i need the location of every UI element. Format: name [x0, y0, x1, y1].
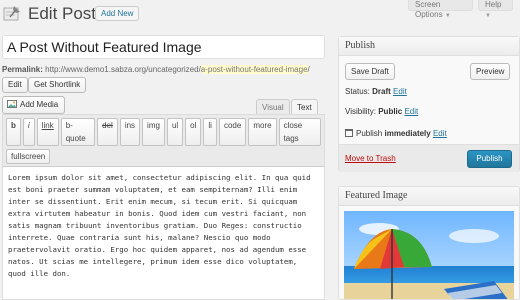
add-media-label: Add Media [20, 100, 59, 109]
quicktag-close-tags-button[interactable]: close tags [278, 118, 321, 146]
help-label: Help [485, 0, 502, 9]
post-editor: b i link b-quote del ins img ul ol li code more clos… [2, 114, 325, 300]
calendar-icon [345, 129, 353, 137]
edit-status-link[interactable]: Edit [393, 87, 407, 96]
permalink-base: http://www.demo1.sabza.org/uncategorized… [45, 65, 201, 74]
publish-box-title: Publish [339, 37, 519, 56]
status-value: Draft [372, 87, 391, 96]
quicktags-row: b i link b-quote del ins img ul ol li code more clos… [6, 118, 321, 146]
tab-text[interactable]: Text [291, 99, 318, 115]
quicktag-link-button[interactable]: link [36, 118, 59, 146]
edit-schedule-link[interactable]: Edit [433, 129, 447, 138]
permalink-slug[interactable]: a-post-without-featured-image [200, 65, 308, 74]
featured-image-thumbnail[interactable] [344, 211, 514, 299]
publish-box: Publish Save Draft Preview Status: Draft… [338, 36, 520, 172]
screen-options-tab[interactable]: Screen Options ▼ [408, 0, 473, 19]
tab-visual[interactable]: Visual [256, 99, 290, 115]
quicktag-code-button[interactable]: code [218, 118, 247, 146]
quicktag-i-button[interactable]: i [22, 118, 35, 146]
post-content-textarea[interactable]: Lorem ipsum dolor sit amet, consectetur … [3, 167, 324, 280]
caret-down-icon: ▼ [485, 13, 491, 19]
quicktag-li-button[interactable]: li [203, 118, 217, 146]
quicktag-del-button[interactable]: del [97, 118, 118, 146]
caret-down-icon: ▼ [444, 13, 451, 19]
beach-umbrella-image [344, 211, 514, 299]
permalink-label: Permalink: [2, 65, 43, 74]
permalink-row: Permalink: http://www.demo1.sabza.org/un… [2, 65, 310, 74]
quicktag-img-button[interactable]: img [142, 118, 165, 146]
edit-permalink-button[interactable]: Edit [2, 77, 28, 93]
quicktags-toolbar: b i link b-quote del ins img ul ol li code more clos… [3, 115, 324, 167]
publish-button[interactable]: Publish [467, 150, 512, 168]
screen-options-label: Screen Options [415, 0, 443, 19]
get-shortlink-button[interactable]: Get Shortlink [28, 77, 87, 93]
featured-image-title: Featured Image [339, 187, 519, 206]
post-title-input[interactable]: A Post Without Featured Image [2, 35, 325, 59]
save-draft-button[interactable]: Save Draft [345, 63, 395, 80]
edit-visibility-link[interactable]: Edit [404, 107, 418, 116]
quicktag-fullscreen-button[interactable]: fullscreen [6, 149, 51, 164]
visibility-label: Visibility: [345, 107, 376, 116]
quicktag-ol-button[interactable]: ol [185, 118, 202, 146]
status-row: Status: Draft Edit [345, 87, 407, 96]
publish-text: Publish [356, 129, 383, 138]
visibility-row: Visibility: Public Edit [345, 107, 418, 116]
publish-actions: Move to Trash Publish [339, 144, 519, 172]
page-title: Edit Post [28, 4, 97, 23]
publish-when: immediately [384, 129, 431, 138]
status-label: Status: [345, 87, 370, 96]
visibility-value: Public [378, 107, 403, 116]
add-media-icon [7, 98, 17, 108]
featured-image-box: Featured Image [338, 186, 520, 300]
permalink-suffix: / [307, 65, 310, 74]
publish-schedule-row: Publish immediately Edit [345, 128, 447, 138]
move-to-trash-link[interactable]: Move to Trash [345, 154, 396, 163]
add-new-button[interactable]: Add New [95, 6, 140, 21]
preview-button[interactable]: Preview [470, 63, 511, 80]
quicktag-ins-button[interactable]: ins [119, 118, 141, 146]
help-tab[interactable]: Help ▼ [478, 0, 513, 19]
add-media-button[interactable]: Add Media [2, 96, 66, 114]
quicktag-ul-button[interactable]: ul [166, 118, 184, 146]
quicktag-b-button[interactable]: b [6, 118, 21, 146]
quicktag-b-quote-button[interactable]: b-quote [60, 118, 96, 146]
quicktag-more-button[interactable]: more [248, 118, 277, 146]
quicktags-row: fullscreen [6, 149, 321, 164]
post-pushpin-icon [2, 4, 24, 22]
